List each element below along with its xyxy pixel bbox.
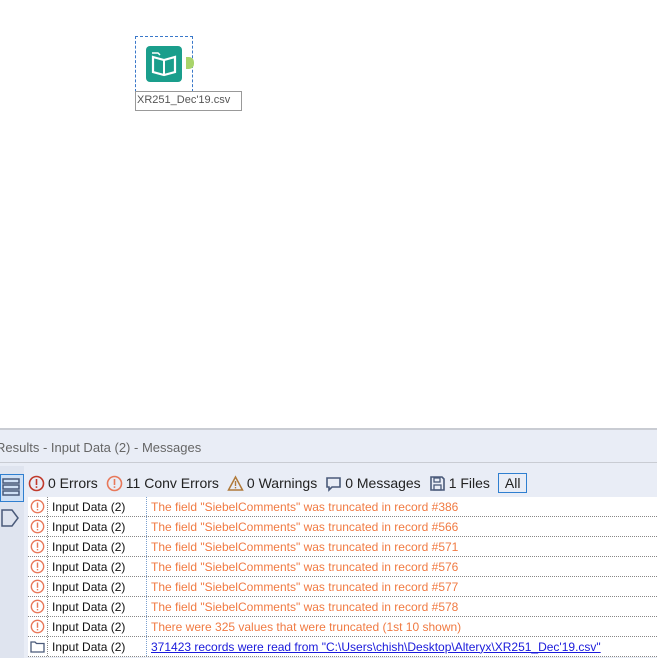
message-text: The field "SiebelComments" was truncated… [151,579,459,594]
messages-view-button[interactable] [0,474,24,502]
results-sidebar [0,466,24,658]
tool-label: XR251_Dec'19.csv [135,91,242,111]
save-file-icon [429,475,445,491]
divider [0,462,657,463]
conv-error-icon [28,537,48,556]
message-text: The field "SiebelComments" was truncated… [151,519,459,534]
folder-icon [28,637,48,656]
tool-name: Input Data (2) [48,617,147,636]
message-row[interactable]: Input Data (2) There were 325 values that… [28,617,657,637]
conv-errors-label: 11 Conv Errors [125,475,219,491]
message-row[interactable]: Input Data (2) 371423 records were read f… [28,637,657,657]
tag-view-button[interactable] [0,506,22,532]
conv-error-icon [106,475,123,491]
workflow-canvas[interactable]: XR251_Dec'19.csv [0,0,657,428]
conv-error-icon [28,617,48,636]
output-anchor[interactable] [186,57,194,69]
filter-errors[interactable]: 0 Errors [28,475,98,492]
tool-name: Input Data (2) [48,637,147,656]
filter-messages[interactable]: 0 Messages [325,475,421,492]
message-row[interactable]: Input Data (2) The field "SiebelComments"… [28,497,657,517]
errors-label: 0 Errors [48,475,98,491]
message-text: The field "SiebelComments" was truncated… [151,539,459,554]
message-row[interactable]: Input Data (2) The field "SiebelComments"… [28,557,657,577]
filter-files[interactable]: 1 Files [429,475,490,492]
tag-icon [1,509,19,527]
message-text: The field "SiebelComments" was truncated… [151,559,459,574]
filter-all-button[interactable]: All [497,473,528,493]
tool-name: Input Data (2) [48,557,147,576]
message-text: There were 325 values that were truncate… [151,619,462,634]
list-icon [2,478,20,496]
files-label: 1 Files [448,475,490,491]
tool-name: Input Data (2) [48,577,147,596]
conv-error-icon [28,577,48,596]
tool-name: Input Data (2) [48,537,147,556]
messages-label: 0 Messages [345,475,421,491]
message-text: The field "SiebelComments" was truncated… [151,599,459,614]
message-row[interactable]: Input Data (2) The field "SiebelComments"… [28,517,657,537]
tool-name: Input Data (2) [48,517,147,536]
message-row[interactable]: Input Data (2) The field "SiebelComments"… [28,597,657,617]
conv-error-icon [28,597,48,616]
error-icon [28,475,45,491]
warnings-label: 0 Warnings [246,475,318,491]
input-data-tool[interactable] [135,36,194,92]
messages-table: Input Data (2) The field "SiebelComments"… [28,497,657,657]
conv-error-icon [28,557,48,576]
filter-warnings[interactable]: 0 Warnings [227,474,318,492]
panel-title: Results - Input Data (2) - Messages [0,440,202,455]
conv-error-icon [28,517,48,536]
results-panel: Results - Input Data (2) - Messages 0 Er… [0,428,657,658]
tool-name: Input Data (2) [48,597,147,616]
book-icon [146,46,182,82]
filter-conv-errors[interactable]: 11 Conv Errors [106,475,219,492]
tool-name: Input Data (2) [48,497,147,516]
file-link[interactable]: 371423 records were read from "C:\Users\… [147,640,601,654]
message-icon [326,476,342,492]
message-row[interactable]: Input Data (2) The field "SiebelComments"… [28,537,657,557]
message-text: The field "SiebelComments" was truncated… [151,499,459,514]
message-row[interactable]: Input Data (2) The field "SiebelComments"… [28,577,657,597]
message-filter-bar: 0 Errors 11 Conv Errors 0 Warnings 0 Mes… [28,470,535,496]
conv-error-icon [28,497,48,516]
warning-icon [227,474,244,491]
